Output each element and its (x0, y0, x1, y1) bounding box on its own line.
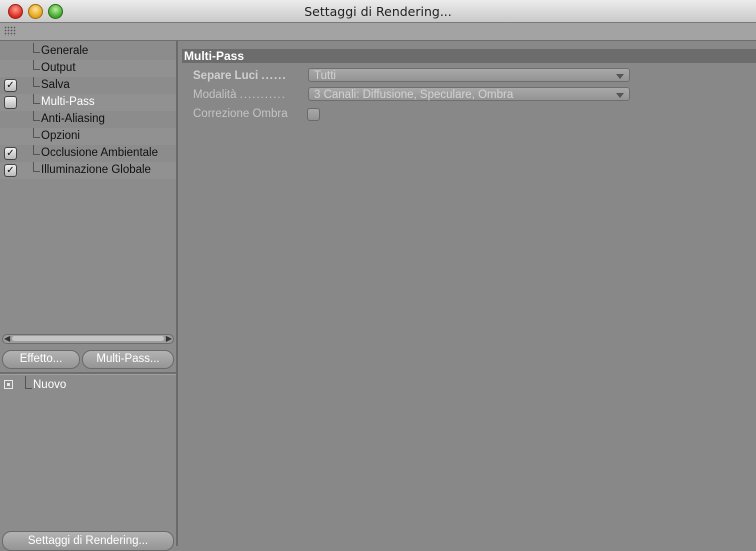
tree-connector (33, 60, 40, 70)
settings-main-panel: Multi-Pass Separe Luci ...... Tutti Moda… (178, 41, 756, 546)
sidebar-item-salva[interactable]: ✓ Salva (0, 77, 176, 94)
multipass-button[interactable]: Multi-Pass... (82, 350, 174, 369)
scroll-left-icon[interactable]: ◀ (4, 335, 10, 343)
sidebar-item-label: Occlusione Ambientale (41, 147, 158, 159)
sidebar-item-occlusione-ambientale[interactable]: ✓ Occlusione Ambientale (0, 145, 176, 162)
modalita-dropdown[interactable]: 3 Canali: Diffusione, Speculare, Ombra (308, 87, 630, 101)
sidebar-item-label: Multi-Pass (41, 96, 95, 108)
tree-connector (25, 376, 32, 389)
toolbar-strip (0, 23, 756, 41)
grip-icon[interactable] (4, 26, 16, 36)
effect-button[interactable]: Effetto... (2, 350, 80, 369)
sidebar-item-label: Generale (41, 45, 89, 57)
window-title: Settaggi di Rendering... (304, 4, 452, 19)
separe-luci-value: Tutti (314, 70, 336, 82)
tree-connector (33, 94, 40, 104)
sidebar-item-label: Illuminazione Globale (41, 164, 151, 176)
sidebar-item-multipass[interactable]: Multi-Pass (0, 94, 176, 111)
scrollbar-thumb[interactable] (12, 336, 164, 341)
horizontal-scrollbar[interactable]: ◀ ▶ (2, 334, 174, 344)
tree-connector (33, 111, 40, 121)
separe-luci-label: Separe Luci ...... (193, 70, 287, 82)
section-title: Multi-Pass (182, 49, 756, 63)
tree-connector (33, 162, 40, 172)
modalita-value: 3 Canali: Diffusione, Speculare, Ombra (314, 89, 514, 101)
enable-checkbox-checked[interactable]: ✓ (4, 79, 17, 92)
tree-connector (33, 145, 40, 155)
sidebar-item-label: Anti-Aliasing (41, 113, 105, 125)
divider (0, 372, 176, 375)
modalita-label: Modalità ........... (193, 89, 286, 101)
settings-sidebar: Generale Output ✓ Salva Multi-Pass Anti-… (0, 41, 178, 551)
tree-connector (33, 43, 40, 53)
title-bar: Settaggi di Rendering... (0, 0, 756, 23)
sidebar-item-label: Output (41, 62, 76, 74)
sidebar-item-opzioni[interactable]: Opzioni (0, 128, 176, 145)
scroll-right-icon[interactable]: ▶ (166, 335, 172, 343)
enable-checkbox-checked[interactable]: ✓ (4, 147, 17, 160)
render-setting-nuovo[interactable]: Nuovo (33, 379, 66, 391)
tree-connector (33, 128, 40, 138)
render-setting-icon[interactable] (4, 380, 13, 389)
tree-connector (33, 77, 40, 87)
correzione-ombra-checkbox[interactable] (307, 108, 320, 121)
separe-luci-dropdown[interactable]: Tutti (308, 68, 630, 82)
sidebar-item-label: Opzioni (41, 130, 80, 142)
sidebar-item-illuminazione-globale[interactable]: ✓ Illuminazione Globale (0, 162, 176, 179)
enable-checkbox-unchecked[interactable] (4, 96, 17, 109)
sidebar-item-generale[interactable]: Generale (0, 43, 176, 60)
chevron-down-icon (616, 93, 624, 98)
sidebar-item-anti-aliasing[interactable]: Anti-Aliasing (0, 111, 176, 128)
sidebar-item-output[interactable]: Output (0, 60, 176, 77)
sidebar-item-label: Salva (41, 79, 70, 91)
chevron-down-icon (616, 74, 624, 79)
enable-checkbox-checked[interactable]: ✓ (4, 164, 17, 177)
render-settings-button[interactable]: Settaggi di Rendering... (2, 531, 174, 551)
correzione-ombra-label: Correzione Ombra (193, 108, 288, 120)
